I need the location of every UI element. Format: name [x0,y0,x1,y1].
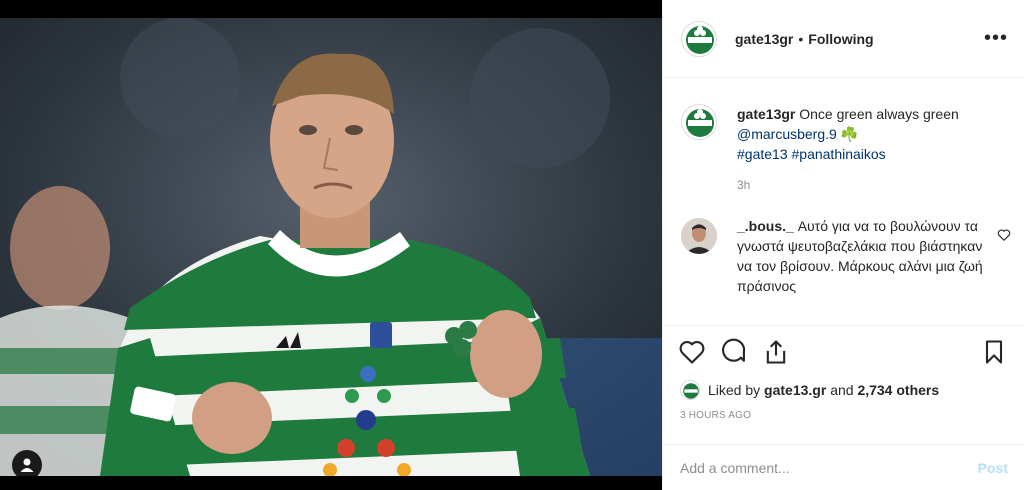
club-crest-logo [682,21,716,56]
likes-prefix: Liked by [708,382,761,398]
post-time-ago[interactable]: 3 HOURS AGO [662,402,1024,421]
caption-body: Once green always green [799,106,959,122]
commenter-avatar[interactable] [681,218,717,254]
player-photo-illustration [0,18,662,476]
bookmark-icon[interactable] [980,338,1008,366]
instagram-post: gate13gr • Following ••• gate13gr Once g… [0,0,1024,490]
comment-text: _.bous._ Αυτό για να το βουλώνουν τα γνω… [737,216,987,296]
heart-icon[interactable] [678,338,706,366]
likes-summary: Liked by gate13.gr and 2,734 others [662,378,1024,402]
commenter-photo [681,218,717,254]
action-icons-row [662,326,1024,378]
comment-item: _.bous._ Αυτό για να το βουλώνουν τα γνω… [681,216,1011,296]
more-icon[interactable]: ••• [984,27,1008,50]
commenter-username[interactable]: _.bous._ [737,218,794,234]
liker-avatar[interactable] [680,380,700,400]
club-crest-logo [681,381,699,399]
add-comment-bar: Post [662,444,1024,490]
post-header: gate13gr • Following ••• [663,0,1024,78]
post-media[interactable] [0,0,662,490]
hashtag-gate13[interactable]: #gate13 [737,146,788,162]
caption-block: gate13gr Once green always green @marcus… [681,104,1011,192]
caption-text: gate13gr Once green always green @marcus… [737,104,1011,164]
caption-avatar[interactable] [681,104,717,140]
club-crest-logo [682,105,716,139]
caption-mention[interactable]: @marcusberg.9 [737,126,837,142]
likes-conj: and [830,382,854,398]
likes-others-count[interactable]: 2,734 others [857,382,939,398]
comment-like-icon[interactable] [997,228,1011,242]
letterbox-top [0,0,662,18]
add-comment-input[interactable] [680,459,978,476]
share-icon[interactable] [762,338,790,366]
post-comment-button[interactable]: Post [978,460,1008,476]
liker-username[interactable]: gate13.gr [764,382,826,398]
author-avatar[interactable] [681,20,717,57]
letterbox-bottom [0,476,662,490]
post-photo[interactable] [0,18,662,476]
shamrock-emoji: ☘️ [840,126,859,142]
header-separator: • [798,30,804,47]
following-button[interactable]: Following [808,31,873,47]
author-username[interactable]: gate13gr [735,31,793,47]
caption-timestamp[interactable]: 3h [737,178,1011,192]
caption-username[interactable]: gate13gr [737,106,795,122]
hashtag-panathinaikos[interactable]: #panathinaikos [792,146,886,162]
comment-icon[interactable] [720,338,748,366]
post-actions: Liked by gate13.gr and 2,734 others 3 HO… [662,325,1024,421]
